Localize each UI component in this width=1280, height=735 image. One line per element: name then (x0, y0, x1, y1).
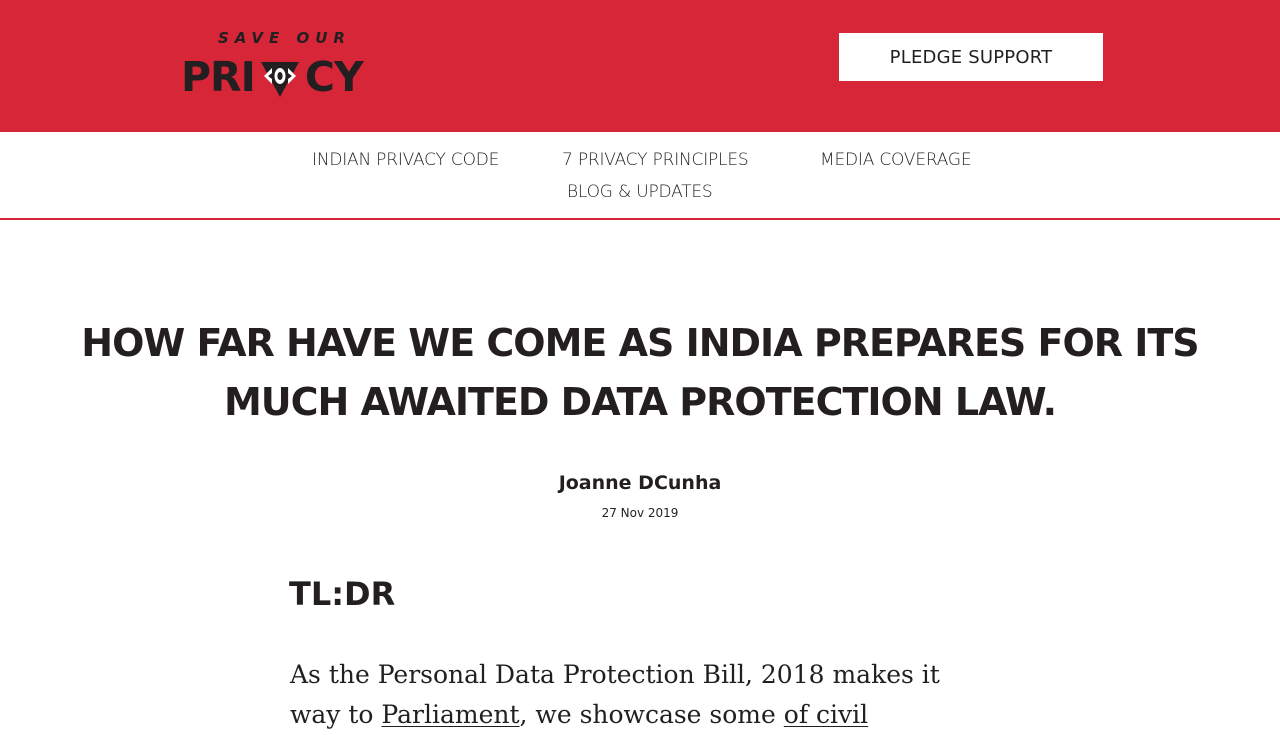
article-title: HOW FAR HAVE WE COME AS INDIA PREPARES F… (81, 321, 1199, 424)
save-our-privacy-logo[interactable]: SAVE OUR PRI CY (181, 26, 383, 100)
logo-wordmark: PRI CY (181, 56, 383, 98)
article-date: 27 Nov 2019 (601, 506, 679, 520)
parliament-link[interactable]: Parliament (381, 700, 519, 729)
nav-item-7-privacy-principles[interactable]: 7 PRIVACY PRINCIPLES (562, 148, 749, 172)
tldr-heading: TL:DR (289, 575, 396, 613)
nav-item-blog-updates[interactable]: BLOG & UPDATES (567, 180, 713, 204)
eye-icon (255, 56, 305, 98)
nav-item-media-coverage[interactable]: MEDIA COVERAGE (820, 148, 972, 172)
site-header: SAVE OUR PRI CY PLEDGE SUPPORT (0, 0, 1280, 132)
main-navigation: INDIAN PRIVACY CODE 7 PRIVACY PRINCIPLES… (0, 132, 1280, 220)
logo-word-right: CY (304, 53, 364, 101)
article-intro-paragraph: As the Personal Data Protection Bill, 20… (290, 655, 980, 735)
intro-text-middle: , we showcase some (519, 700, 784, 729)
civil-link[interactable]: of civil (784, 700, 868, 729)
logo-tagline: SAVE OUR (218, 29, 351, 47)
article-author: Joanne DCunha (558, 472, 722, 494)
pledge-support-button[interactable]: PLEDGE SUPPORT (839, 33, 1103, 81)
logo-word-left: PRI (181, 53, 256, 101)
nav-item-indian-privacy-code[interactable]: INDIAN PRIVACY CODE (312, 148, 499, 172)
